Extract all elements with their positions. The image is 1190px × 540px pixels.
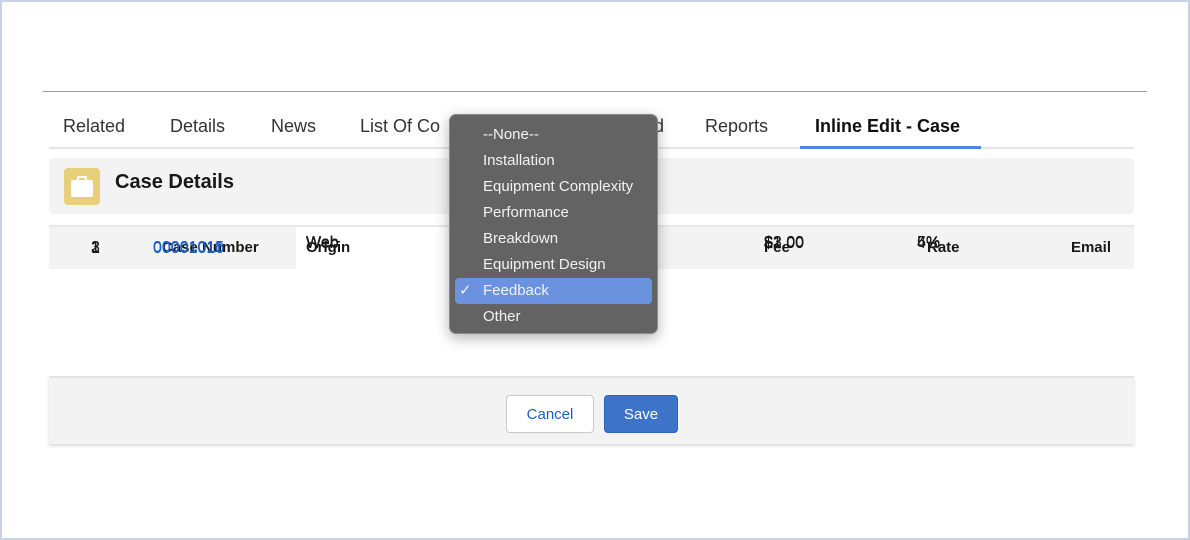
- origin-cell[interactable]: Web: [306, 234, 339, 252]
- option-label: Installation: [483, 152, 555, 169]
- tab-inline-edit-case[interactable]: Inline Edit - Case: [815, 116, 960, 137]
- fee-cell[interactable]: $2.00: [764, 234, 804, 252]
- card-title: Case Details: [115, 171, 234, 193]
- cancel-button[interactable]: Cancel: [506, 395, 594, 433]
- header-email[interactable]: Email: [1071, 239, 1111, 256]
- option-label: Other: [483, 308, 521, 325]
- dropdown-option[interactable]: Performance: [455, 200, 652, 226]
- tab-details[interactable]: Details: [170, 116, 225, 137]
- option-label: Equipment Complexity: [483, 178, 634, 195]
- checkmark-icon: ✓: [459, 282, 472, 299]
- dropdown-option[interactable]: ✓ Feedback: [455, 278, 652, 304]
- option-label: Equipment Design: [483, 256, 606, 273]
- tab-related[interactable]: Related: [63, 116, 125, 137]
- edit-footer: Cancel Save: [49, 376, 1134, 444]
- option-label: Feedback: [483, 282, 549, 299]
- row-number-cell: 3: [91, 239, 100, 256]
- dropdown-option[interactable]: Installation: [455, 148, 652, 174]
- tab-news[interactable]: News: [271, 116, 316, 137]
- option-label: --None--: [483, 126, 539, 143]
- briefcase-icon: [64, 168, 100, 205]
- dropdown-option[interactable]: Breakdown: [455, 226, 652, 252]
- dropdown-option[interactable]: Equipment Design: [455, 252, 652, 278]
- rate-cell[interactable]: 6%: [917, 234, 940, 252]
- active-tab-indicator: [800, 146, 981, 149]
- divider: [43, 91, 1147, 92]
- tab-list-of[interactable]: List Of Co: [360, 116, 440, 137]
- tab-reports[interactable]: Reports: [705, 116, 768, 137]
- dropdown-option[interactable]: --None--: [455, 122, 652, 148]
- option-label: Performance: [483, 204, 569, 221]
- type-dropdown-menu[interactable]: --None-- Installation Equipment Complexity…: [449, 114, 658, 334]
- case-number-link[interactable]: 00001015: [153, 239, 224, 257]
- save-button[interactable]: Save: [604, 395, 678, 433]
- dropdown-option[interactable]: Other: [455, 304, 652, 330]
- option-label: Breakdown: [483, 230, 559, 247]
- dropdown-option[interactable]: Equipment Complexity: [455, 174, 652, 200]
